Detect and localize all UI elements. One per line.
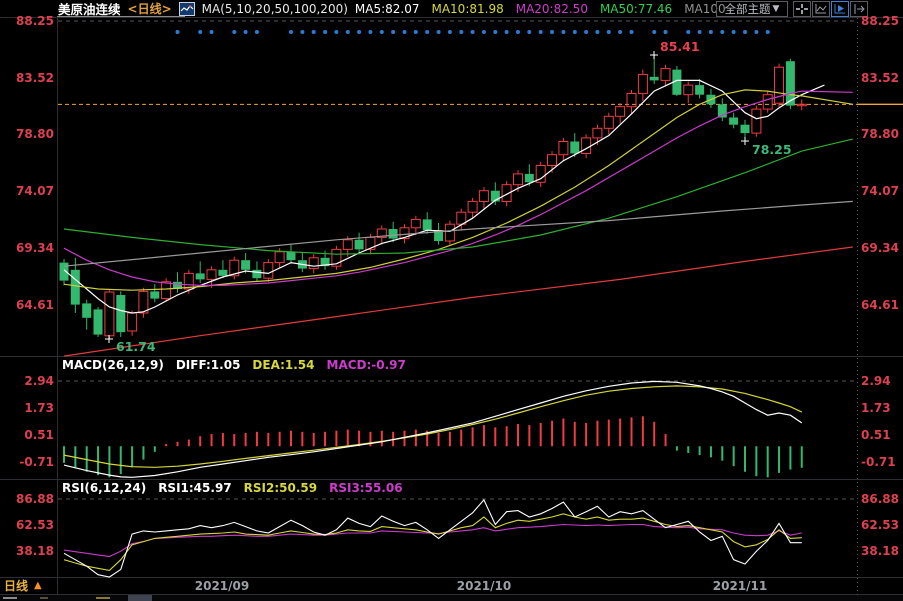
y-axis-label: 74.07 (0, 184, 54, 198)
axis-scale-tool-icon[interactable] (812, 1, 830, 17)
y-axis-label: 86.88 (0, 492, 54, 506)
macd-macd-value: MACD:-0.97 (327, 358, 406, 372)
minimap-thumb[interactable] (128, 595, 152, 601)
y-axis-label: 64.61 (861, 298, 899, 312)
y-axis-label: 78.80 (861, 127, 899, 141)
y-axis-label: 83.52 (861, 71, 899, 85)
macd-dea-value: DEA:1.54 (252, 358, 314, 372)
period-selector-label: 日线 (4, 577, 28, 594)
y-axis-label: 0.51 (861, 428, 891, 442)
crosshair-tool-icon[interactable] (793, 1, 811, 17)
y-axis-label: 69.34 (861, 241, 899, 255)
y-axis-label: 2.94 (861, 374, 891, 388)
ma-value: MA5:82.07 (355, 2, 420, 16)
ma-value: MA10:81.98 (431, 2, 503, 16)
minimap-mark (40, 597, 48, 599)
theme-dropdown-button[interactable]: 全部主题 ▼ (716, 1, 788, 17)
rsi-title[interactable]: RSI(6,12,24) (62, 481, 146, 495)
period-tag[interactable]: <日线> (128, 0, 172, 17)
chart-header: 美原油连续 <日线> MA(5,10,20,50,100,200) MA5:82… (58, 0, 726, 17)
y-axis-label: 38.18 (0, 544, 54, 558)
y-axis-label: 78.80 (0, 127, 54, 141)
rsi2-value: RSI2:50.59 (244, 481, 317, 495)
y-axis-label: 1.73 (0, 401, 54, 415)
ma-values: MA5:82.07MA10:81.98MA20:82.50MA50:77.46M… (355, 2, 726, 16)
chart-canvas[interactable]: 85.41 78.25 61.74 (0, 0, 903, 601)
y-axis-label: 88.25 (861, 14, 899, 28)
timeline-minimap (0, 595, 903, 601)
y-axis-label: 74.07 (861, 184, 899, 198)
ma-value: MA50:77.46 (600, 2, 672, 16)
y-axis-label: 0.51 (0, 428, 54, 442)
mini-chart-icon[interactable] (179, 2, 195, 16)
theme-dropdown-label: 全部主题 (725, 1, 771, 17)
y-axis-label: 62.53 (0, 518, 54, 532)
macd-header: MACD(26,12,9) DIFF:1.05 DEA:1.54 MACD:-0… (62, 358, 406, 372)
chart-window: 85.41 78.25 61.74 美原油连续 <日线> MA(5,10,20,50… (0, 0, 903, 601)
ma-settings-label: MA(5,10,20,50,100,200) (202, 2, 348, 16)
rsi1-value: RSI1:45.97 (158, 481, 231, 495)
svg-text:85.41: 85.41 (660, 39, 700, 54)
y-axis-label: 83.52 (0, 71, 54, 85)
y-axis-label: 69.34 (0, 241, 54, 255)
triangle-up-icon: ▲ (34, 580, 42, 591)
minimap-mark (3, 597, 17, 599)
rsi3-value: RSI3:55.06 (329, 481, 402, 495)
play-forward-tool-icon[interactable] (831, 1, 849, 17)
ma-value: MA20:82.50 (516, 2, 588, 16)
rsi-header: RSI(6,12,24) RSI1:45.97 RSI2:50.59 RSI3:… (62, 481, 403, 495)
minimap-mark (96, 597, 110, 599)
y-axis-label: 88.25 (0, 14, 54, 28)
y-axis-label: -0.71 (0, 455, 54, 469)
y-axis-label: 1.73 (861, 401, 891, 415)
svg-text:61.74: 61.74 (116, 339, 156, 354)
y-axis-label: 62.53 (861, 518, 899, 532)
symbol-tab[interactable]: 美原油连续 (58, 0, 121, 18)
y-axis-label: 86.88 (861, 492, 899, 506)
y-axis-label: 64.61 (0, 298, 54, 312)
y-axis-label: 2.94 (0, 374, 54, 388)
y-axis-label: 38.18 (861, 544, 899, 558)
macd-title[interactable]: MACD(26,12,9) (62, 358, 164, 372)
chevron-down-icon: ▼ (773, 4, 780, 14)
y-axis-label: -0.71 (861, 455, 896, 469)
period-selector[interactable]: 日线 ▲ (4, 577, 42, 594)
svg-text:78.25: 78.25 (752, 142, 792, 157)
macd-diff-value: DIFF:1.05 (176, 358, 241, 372)
